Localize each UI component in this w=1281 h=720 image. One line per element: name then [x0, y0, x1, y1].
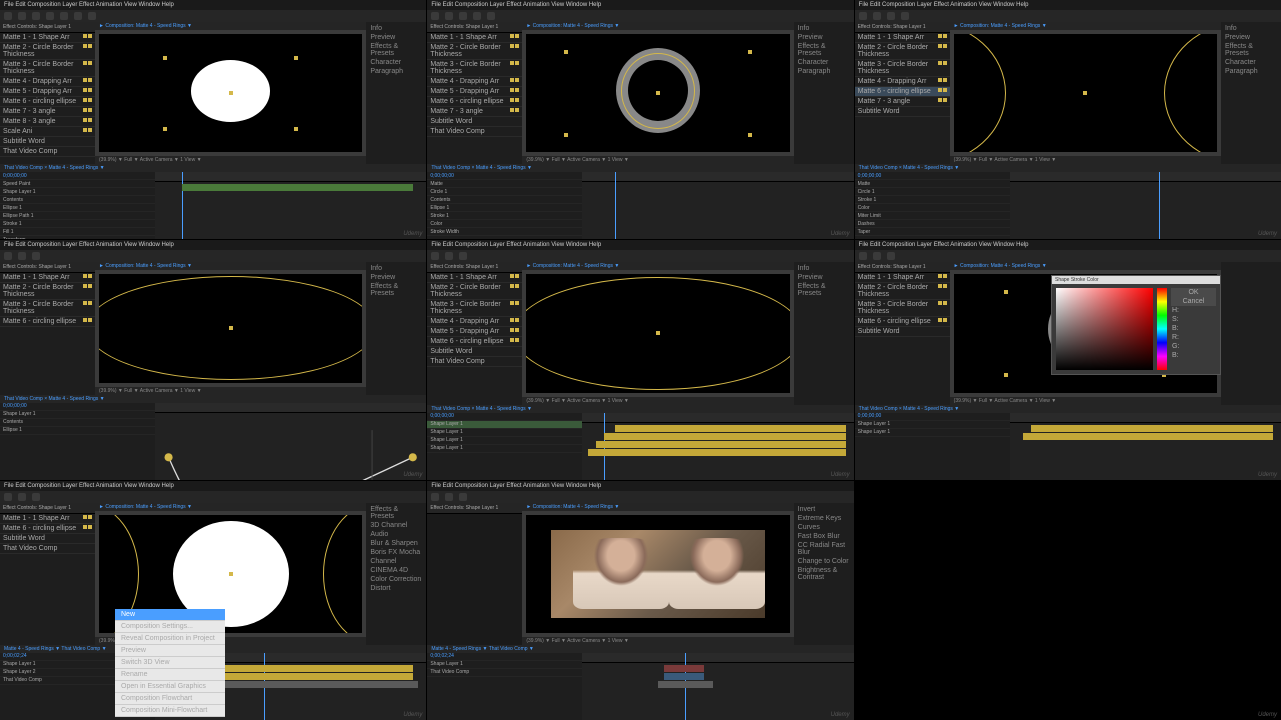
ae-window-4: File Edit Composition Layer Effect Anima…	[0, 240, 426, 479]
ctx-rename[interactable]: Rename	[115, 669, 225, 681]
color-gradient[interactable]	[1056, 288, 1153, 370]
hue-slider[interactable]	[1157, 288, 1167, 370]
layer-row[interactable]: Ellipse 1	[0, 204, 155, 212]
ae-window-1: File Edit Composition Layer Effect Anima…	[0, 0, 426, 239]
context-menu[interactable]: New Composition Settings... Reveal Compo…	[115, 609, 225, 717]
dialog-title: Shape Stroke Color	[1052, 276, 1220, 284]
ctx-switch-3d[interactable]: Switch 3D View	[115, 657, 225, 669]
effect-item: Matte 1 - 1 Shape Arr	[0, 33, 95, 43]
viewer-controls[interactable]: (39.9%) ▼ Full ▼ Active Camera ▼ 1 View …	[95, 156, 366, 164]
layer-row[interactable]: Contents	[0, 196, 155, 204]
layer-row[interactable]: Stroke 1	[0, 220, 155, 228]
ae-window-5: File Edit Composition Layer Effect Anima…	[427, 240, 853, 479]
effect-item: Matte 4 - Drapping Arr	[0, 77, 95, 87]
timecode[interactable]: 0;00;00;00	[0, 172, 155, 180]
ae-window-8: File Edit Composition Layer Effect Anima…	[427, 481, 853, 720]
ae-window-7: File Edit Composition Layer Effect Anima…	[0, 481, 426, 720]
layer-row[interactable]: Speed Paint	[0, 180, 155, 188]
effects-list[interactable]: Matte 1 - 1 Shape Arr Matte 2 - Circle B…	[0, 33, 95, 164]
viewer-canvas[interactable]	[526, 34, 789, 152]
ae-window-3: File Edit Composition Layer Effect Anima…	[855, 0, 1281, 239]
effect-item: Subtitle Word	[0, 137, 95, 147]
ctx-preview[interactable]: Preview	[115, 645, 225, 657]
project-panel-header: Effect Controls: Shape Layer 1	[0, 22, 95, 33]
effect-item: Matte 8 - 3 angle	[0, 117, 95, 127]
layer-row[interactable]: Fill 1	[0, 228, 155, 236]
ae-window-2: File Edit Composition Layer Effect Anima…	[427, 0, 853, 239]
toolbar[interactable]	[0, 10, 426, 22]
graph-editor[interactable]	[155, 403, 426, 480]
watermark: Udemy	[403, 231, 422, 237]
cancel-button[interactable]: Cancel	[1171, 297, 1216, 306]
color-picker-dialog[interactable]: Shape Stroke Color OK Cancel H:S:B: R:G:…	[1051, 275, 1221, 375]
effect-item: That Video Comp	[0, 147, 95, 157]
effect-item: Scale Ani	[0, 127, 95, 137]
ctx-mini-flowchart[interactable]: Composition Mini-Flowchart	[115, 705, 225, 717]
viewer-canvas[interactable]	[99, 34, 362, 152]
effect-item: Matte 6 - circling ellipse	[0, 97, 95, 107]
effect-item: Matte 3 - Circle Border Thickness	[0, 60, 95, 77]
effect-item: Matte 2 - Circle Border Thickness	[0, 43, 95, 60]
empty-panel: Udemy	[855, 481, 1281, 720]
ctx-reveal[interactable]: Reveal Composition in Project	[115, 633, 225, 645]
timeline[interactable]: That Video Comp × Matte 4 - Speed Rings …	[0, 164, 426, 239]
ctx-flowchart[interactable]: Composition Flowchart	[115, 693, 225, 705]
layer-row[interactable]: Ellipse Path 1	[0, 212, 155, 220]
ae-window-6: File Edit Composition Layer Effect Anima…	[855, 240, 1281, 479]
effect-item: Matte 5 - Drapping Arr	[0, 87, 95, 97]
effect-item: Matte 7 - 3 angle	[0, 107, 95, 117]
ctx-new[interactable]: New	[115, 609, 225, 621]
ctx-comp-settings[interactable]: Composition Settings...	[115, 621, 225, 633]
ctx-egp[interactable]: Open in Essential Graphics	[115, 681, 225, 693]
right-panels[interactable]: InfoPreviewEffects & PresetsCharacterPar…	[366, 22, 426, 164]
ok-button[interactable]: OK	[1171, 288, 1216, 297]
footage-preview	[551, 530, 764, 618]
layer-row[interactable]: Shape Layer 1	[0, 188, 155, 196]
comp-tab[interactable]: ► Composition: Matte 4 - Speed Rings ▼	[95, 22, 366, 30]
menubar[interactable]: File Edit Composition Layer Effect Anima…	[0, 0, 426, 10]
layer-row[interactable]: Transform	[0, 236, 155, 239]
